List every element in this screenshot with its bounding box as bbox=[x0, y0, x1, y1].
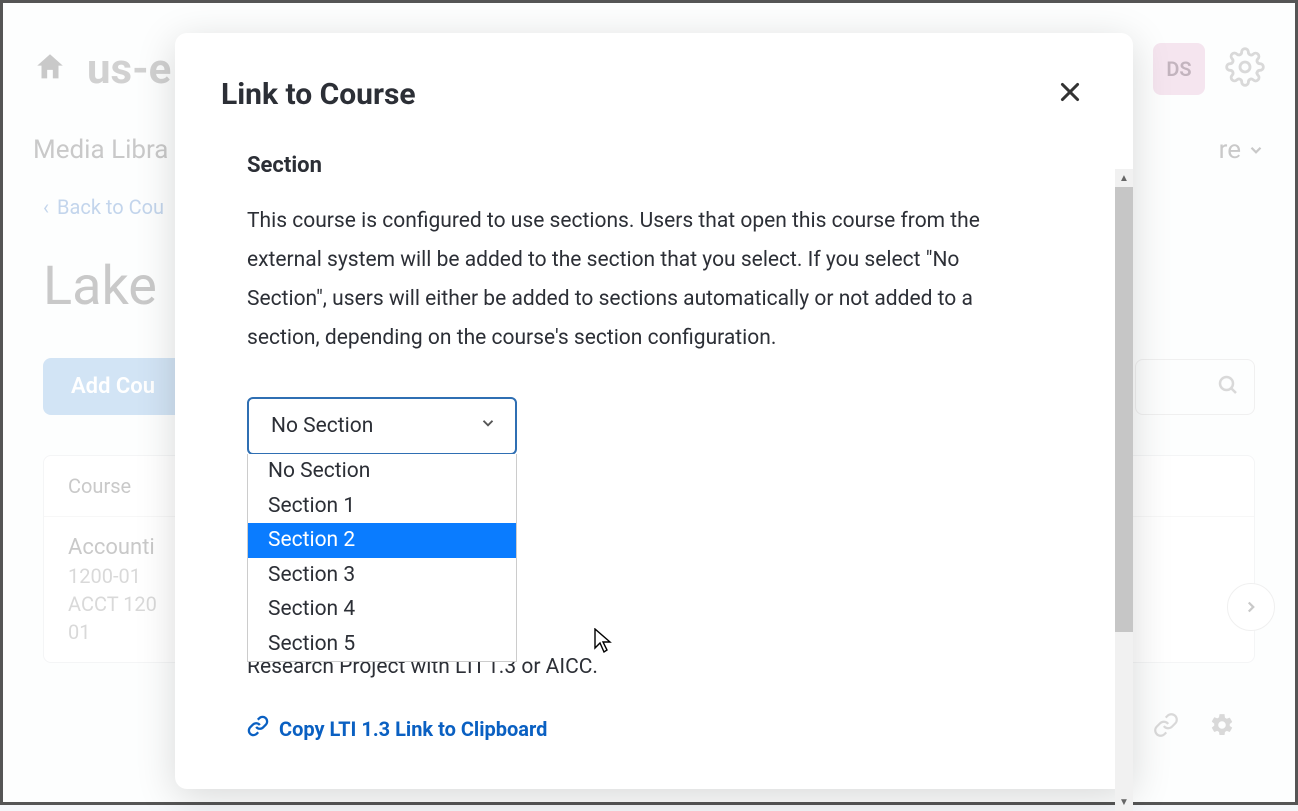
section-dropdown-option[interactable]: Section 3 bbox=[248, 558, 516, 592]
section-description: This course is configured to use section… bbox=[247, 202, 1027, 357]
section-label: Section bbox=[247, 153, 1061, 178]
copy-lti-link-label: Copy LTI 1.3 Link to Clipboard bbox=[279, 717, 547, 741]
section-dropdown-option[interactable]: No Section bbox=[248, 454, 516, 488]
section-dropdown-value: No Section bbox=[271, 414, 373, 438]
section-dropdown-option[interactable]: Section 1 bbox=[248, 489, 516, 523]
section-dropdown-option[interactable]: Section 2 bbox=[248, 523, 516, 557]
copy-lti-link[interactable]: Copy LTI 1.3 Link to Clipboard bbox=[247, 715, 1061, 742]
chevron-down-icon bbox=[479, 414, 497, 438]
link-to-course-modal: Link to Course ▲ ▼ Section This course i… bbox=[175, 33, 1133, 789]
section-dropdown-list: No SectionSection 1Section 2Section 3Sec… bbox=[247, 454, 517, 662]
section-dropdown[interactable]: No Section No SectionSection 1Section 2S… bbox=[247, 397, 517, 455]
scroll-down-arrow[interactable]: ▼ bbox=[1115, 793, 1133, 811]
section-dropdown-option[interactable]: Section 5 bbox=[248, 627, 516, 661]
section-dropdown-control[interactable]: No Section bbox=[247, 397, 517, 455]
section-dropdown-option[interactable]: Section 4 bbox=[248, 592, 516, 626]
close-icon[interactable] bbox=[1053, 75, 1087, 113]
modal-title: Link to Course bbox=[221, 77, 416, 112]
modal-body: Section This course is configured to use… bbox=[175, 133, 1133, 789]
link-icon bbox=[247, 715, 269, 742]
modal-header: Link to Course bbox=[175, 33, 1133, 133]
